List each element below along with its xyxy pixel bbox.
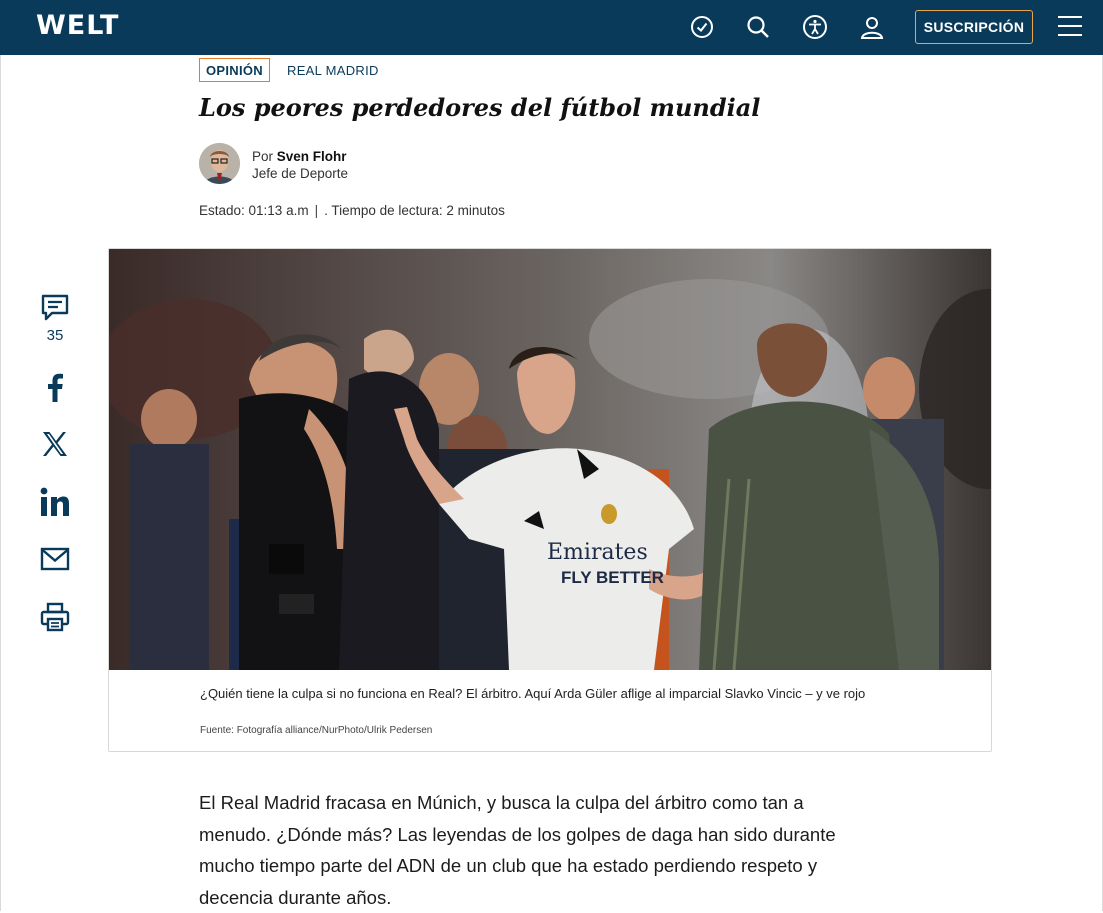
x-icon[interactable]	[38, 430, 72, 458]
shirt-sponsor-text: Emirates	[547, 540, 648, 565]
menu-icon[interactable]	[1058, 16, 1082, 38]
accessibility-icon[interactable]	[802, 14, 828, 40]
facebook-icon[interactable]	[38, 372, 72, 402]
linkedin-icon[interactable]	[38, 487, 72, 517]
image-credit: Fuente: Fotografía alliance/NurPhoto/Ulr…	[200, 725, 433, 736]
shirt-slogan-text: FLY BETTER	[561, 568, 664, 587]
comment-icon[interactable]	[38, 292, 72, 322]
article-paragraph: El Real Madrid fracasa en Múnich, y busc…	[199, 792, 836, 908]
meta-separator: |	[314, 203, 319, 218]
comment-count[interactable]: 35	[38, 327, 72, 344]
status-time: Estado: 01:13 a.m	[199, 203, 309, 218]
by-prefix: Por	[252, 149, 274, 164]
article-headline: Los peores perdedores del fútbol mundial	[199, 93, 761, 122]
author-role: Jefe de Deporte	[252, 166, 349, 181]
search-icon[interactable]	[745, 14, 771, 40]
opinion-tag[interactable]: OPINIÓN	[199, 58, 270, 82]
top-navigation-bar: WELT SUSCRIPCIÓN	[0, 0, 1103, 55]
author-name[interactable]: Sven Flohr	[277, 149, 347, 164]
author-avatar[interactable]	[199, 143, 240, 184]
user-icon[interactable]	[859, 14, 885, 40]
section-link[interactable]: REAL MADRID	[287, 63, 379, 78]
mail-icon[interactable]	[38, 547, 72, 571]
history-icon[interactable]	[689, 14, 715, 40]
image-caption: ¿Quién tiene la culpa si no funciona en …	[200, 686, 866, 701]
article-image-card: Emirates FLY BETTER ¿Quién tiene la culp…	[108, 248, 992, 752]
byline: Por Sven Flohr	[252, 148, 347, 166]
welt-logo[interactable]: WELT	[36, 10, 119, 41]
reading-time: . Tiempo de lectura: 2 minutos	[324, 203, 505, 218]
print-icon[interactable]	[38, 602, 72, 632]
article-photo[interactable]: Emirates FLY BETTER	[109, 249, 991, 670]
article-meta: Estado: 01:13 a.m | . Tiempo de lectura: 2…	[199, 203, 505, 218]
subscribe-button[interactable]: SUSCRIPCIÓN	[915, 10, 1033, 44]
